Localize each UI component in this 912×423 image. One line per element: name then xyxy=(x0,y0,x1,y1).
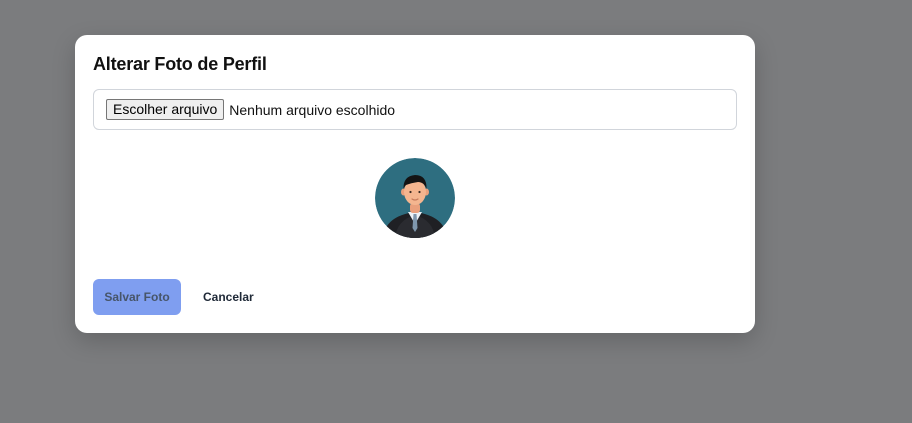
file-status-text: Nenhum arquivo escolhido xyxy=(229,101,396,118)
save-photo-button[interactable]: Salvar Foto xyxy=(93,279,181,315)
user-avatar-icon xyxy=(375,158,455,238)
modal-title: Alterar Foto de Perfil xyxy=(93,54,267,74)
choose-file-button[interactable]: Escolher arquivo xyxy=(106,99,225,120)
modal-actions: Salvar Foto Cancelar xyxy=(93,279,262,315)
avatar-preview xyxy=(375,158,455,238)
cancel-button[interactable]: Cancelar xyxy=(195,279,262,315)
file-input[interactable]: Escolher arquivo Nenhum arquivo escolhid… xyxy=(93,89,737,130)
change-photo-modal: Alterar Foto de Perfil Escolher arquivo … xyxy=(75,35,755,333)
